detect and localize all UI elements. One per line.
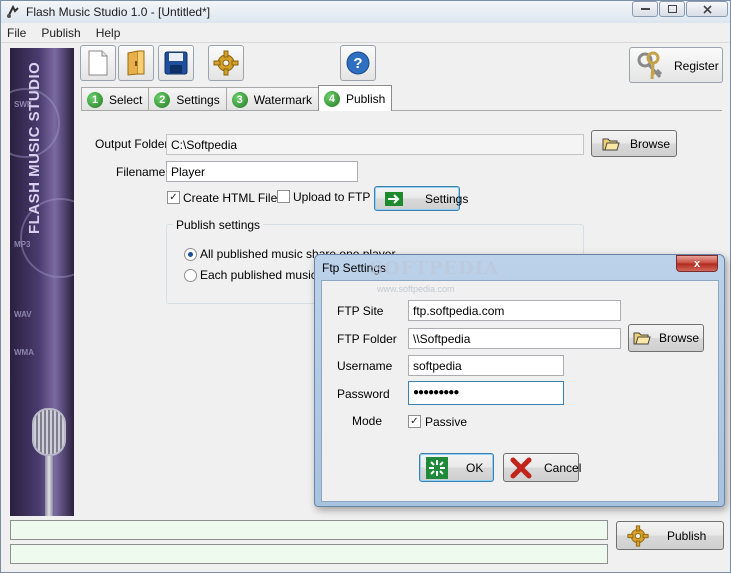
tab-label: Settings — [176, 92, 220, 107]
softpedia-watermark: SOFTPEDIA — [370, 258, 500, 279]
close-icon — [702, 4, 712, 14]
help-icon: ? — [346, 51, 370, 75]
password-label: Password — [337, 387, 390, 401]
maximize-icon — [667, 5, 677, 13]
create-html-checkbox[interactable]: ✓ — [167, 191, 180, 204]
browse-label: Browse — [630, 136, 671, 151]
tab-number-badge: 4 — [323, 90, 340, 107]
tab-settings[interactable]: 2 Settings — [148, 87, 227, 111]
cancel-x-icon — [510, 457, 532, 478]
microphone-stand — [45, 456, 53, 516]
ftp-folder-label: FTP Folder — [337, 332, 397, 346]
open-folder-icon — [127, 50, 145, 76]
passive-label: Passive — [425, 415, 468, 429]
ftp-site-field[interactable]: ftp.softpedia.com — [408, 300, 621, 321]
dialog-close-button[interactable]: x — [676, 255, 718, 272]
banner-format-label: WMA — [14, 348, 34, 357]
arrow-right-icon — [385, 191, 403, 206]
ftp-settings-button[interactable]: Settings — [374, 186, 468, 211]
banner-format-label: WAV — [14, 310, 32, 319]
filename-field[interactable]: Player — [166, 161, 358, 182]
ok-label: OK — [466, 460, 484, 475]
tab-strip: 1 Select 2 Settings 3 Watermark 4 Publis… — [81, 85, 393, 111]
app-icon — [7, 5, 19, 18]
help-button[interactable]: ? — [340, 45, 376, 81]
tab-number-badge: 2 — [154, 91, 171, 108]
window-title: Flash Music Studio 1.0 - [Untitled*] — [26, 5, 211, 19]
ftp-folder-browse-button[interactable]: Browse — [628, 324, 704, 352]
upload-ftp-label: Upload to FTP — [293, 190, 371, 204]
upload-ftp-checkbox[interactable] — [277, 190, 290, 203]
dialog-body: FTP Site ftp.softpedia.com FTP Folder \\… — [321, 280, 719, 502]
tab-label: Publish — [345, 91, 386, 106]
tab-watermark[interactable]: 3 Watermark — [225, 87, 319, 111]
tab-label: Watermark — [253, 92, 312, 107]
username-field[interactable]: softpedia — [408, 355, 564, 376]
menu-file[interactable]: File — [7, 26, 26, 40]
settings-button[interactable] — [208, 45, 244, 81]
close-icon: x — [693, 257, 701, 270]
option-separate-radio[interactable] — [184, 269, 197, 282]
new-document-icon — [88, 50, 108, 76]
status-bar-1 — [10, 520, 608, 540]
publish-settings-title: Publish settings — [173, 218, 264, 232]
close-button[interactable] — [686, 1, 728, 17]
mode-label: Mode — [352, 414, 383, 428]
menu-bar: File Publish Help — [1, 23, 730, 43]
menu-help[interactable]: Help — [96, 26, 121, 40]
open-button[interactable] — [118, 45, 154, 81]
option-separate-label: Each published music h — [200, 268, 327, 282]
settings-gear-icon — [213, 50, 239, 76]
option-shared-radio[interactable] — [184, 248, 197, 261]
open-folder-icon — [602, 138, 620, 150]
banner-title: FLASH MUSIC STUDIO — [26, 62, 43, 235]
title-bar[interactable]: Flash Music Studio 1.0 - [Untitled*] — [1, 1, 730, 23]
output-browse-button[interactable]: Browse — [591, 130, 677, 157]
tab-number-badge: 1 — [87, 91, 103, 108]
ftp-settings-label: Settings — [425, 191, 469, 206]
create-html-label: Create HTML File — [183, 191, 278, 205]
save-icon — [164, 51, 188, 75]
password-field[interactable]: ●●●●●●●●● — [408, 381, 564, 405]
banner-format-label: MP3 — [14, 240, 31, 249]
svg-text:?: ? — [353, 55, 362, 72]
ok-icon — [426, 456, 448, 479]
publish-label: Publish — [667, 528, 707, 543]
status-bar-2 — [10, 544, 608, 564]
banner-format-label: SWF — [14, 100, 32, 109]
publish-button[interactable]: Publish — [616, 521, 724, 550]
register-label: Register — [674, 59, 719, 73]
open-folder-icon — [633, 332, 651, 345]
output-folder-label: Output Folder — [95, 137, 169, 151]
ftp-settings-dialog: Ftp Settings x FTP Site ftp.softpedia.co… — [314, 254, 725, 507]
maximize-button[interactable] — [659, 1, 685, 17]
side-banner: FLASH MUSIC STUDIO SWF MP3 WAV WMA — [10, 48, 74, 516]
username-label: Username — [337, 359, 393, 373]
browse-label: Browse — [659, 331, 700, 345]
softpedia-watermark-url: www.softpedia.com — [377, 284, 455, 294]
output-folder-field[interactable]: C:\Softpedia — [166, 134, 584, 155]
cancel-label: Cancel — [544, 460, 582, 475]
tab-label: Select — [109, 92, 143, 107]
passive-checkbox[interactable]: ✓ — [408, 415, 421, 428]
tab-select[interactable]: 1 Select — [81, 87, 150, 111]
ok-button[interactable]: OK — [419, 453, 494, 482]
minimize-button[interactable] — [632, 1, 658, 17]
ftp-site-label: FTP Site — [337, 304, 384, 318]
cancel-button[interactable]: Cancel — [503, 453, 582, 482]
new-button[interactable] — [80, 45, 116, 81]
settings-gear-icon — [627, 524, 649, 547]
register-button[interactable]: Register — [629, 47, 723, 83]
microphone-icon — [32, 408, 66, 456]
keys-icon — [637, 51, 663, 80]
tab-number-badge: 3 — [231, 91, 248, 108]
menu-publish[interactable]: Publish — [41, 26, 80, 40]
save-button[interactable] — [158, 45, 194, 81]
filename-label: Filename — [116, 165, 166, 179]
minimize-icon — [640, 7, 650, 10]
ftp-folder-field[interactable]: \\Softpedia — [408, 328, 621, 349]
tab-publish[interactable]: 4 Publish — [317, 85, 393, 111]
